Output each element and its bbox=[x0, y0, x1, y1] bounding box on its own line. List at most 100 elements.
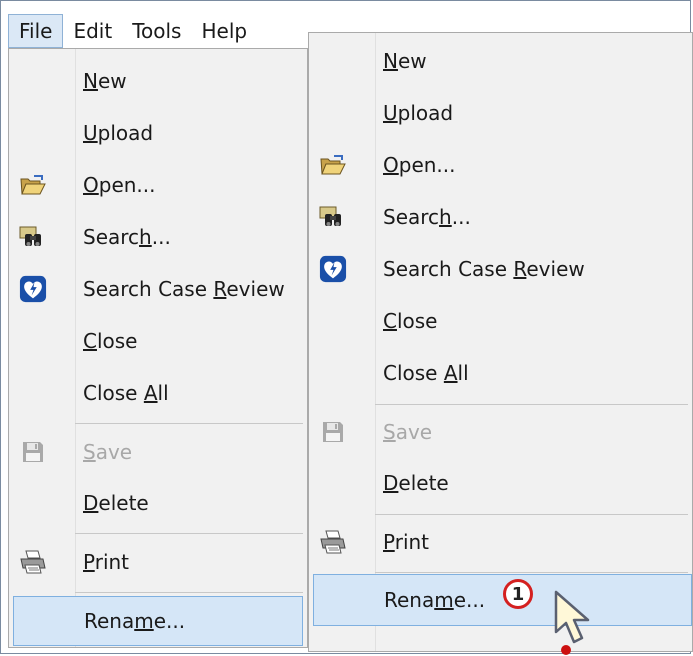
access-key: R bbox=[513, 257, 527, 281]
menu-item-label: Search... bbox=[383, 205, 471, 229]
printer-icon bbox=[319, 528, 347, 556]
menu-item-label: Close All bbox=[83, 381, 169, 405]
label-text: elete bbox=[398, 471, 449, 495]
menu-separator bbox=[75, 533, 303, 534]
access-key: O bbox=[83, 173, 99, 197]
label-text: ... bbox=[451, 205, 471, 229]
menu-item-rename[interactable]: Rename... bbox=[13, 596, 303, 646]
access-key: N bbox=[83, 69, 98, 93]
menu-item-open[interactable]: Open... bbox=[9, 159, 307, 211]
menu-item-close-all-copy[interactable]: Close All bbox=[309, 347, 692, 399]
menu-item-label: Open... bbox=[83, 173, 156, 197]
label-text: ll bbox=[457, 361, 469, 385]
menu-item-label: Rename... bbox=[384, 588, 485, 612]
menu-item-label: Print bbox=[383, 530, 429, 554]
menu-item-label: Delete bbox=[83, 491, 149, 515]
label-text: Close bbox=[383, 361, 444, 385]
label-text: pload bbox=[97, 121, 154, 145]
menu-file[interactable]: File bbox=[8, 14, 64, 48]
access-key: A bbox=[143, 381, 158, 405]
menu-item-open-copy[interactable]: Open... bbox=[309, 139, 692, 191]
menu-edit[interactable]: Edit bbox=[63, 14, 122, 48]
menu-separator bbox=[375, 404, 688, 405]
open-folder-icon bbox=[19, 171, 47, 199]
label-text: Searc bbox=[83, 225, 140, 249]
label-text: pen... bbox=[98, 173, 156, 197]
menu-item-close-copy[interactable]: Close bbox=[309, 295, 692, 347]
label-text: ... bbox=[151, 225, 171, 249]
floppy-disk-icon bbox=[319, 418, 347, 446]
label-text: ave bbox=[395, 420, 433, 444]
menu-help[interactable]: Help bbox=[191, 14, 257, 48]
menu-item-delete-copy[interactable]: Delete bbox=[309, 457, 692, 509]
label-text: pload bbox=[397, 101, 454, 125]
menu-item-label: Search... bbox=[83, 225, 171, 249]
menu-item-close[interactable]: Close bbox=[9, 315, 307, 367]
access-key: P bbox=[83, 550, 95, 574]
menu-item-rename-copy[interactable]: Rename... bbox=[313, 574, 692, 626]
menu-item-search-case-review[interactable]: Search Case Review bbox=[9, 263, 307, 315]
menu-bar: File Edit Tools Help bbox=[8, 14, 308, 48]
menu-item-label: Delete bbox=[383, 471, 449, 495]
menu-item-label: Open... bbox=[383, 153, 456, 177]
menu-item-save-copy: Save bbox=[309, 406, 692, 458]
file-dropdown-menu-copy: New Upload Open... Search... Search Case Rev… bbox=[308, 32, 693, 652]
menu-item-label: Search Case Review bbox=[83, 277, 285, 301]
access-key: A bbox=[443, 361, 458, 385]
menu-separator bbox=[375, 514, 688, 515]
access-key: P bbox=[383, 530, 395, 554]
menu-item-label: Close bbox=[83, 329, 138, 353]
menu-item-search-case-review-copy[interactable]: Search Case Review bbox=[309, 243, 692, 295]
access-key: U bbox=[83, 121, 98, 145]
binoculars-icon bbox=[319, 203, 347, 231]
label-text: lose bbox=[96, 329, 138, 353]
floppy-disk-icon bbox=[19, 438, 47, 466]
label-text: e... bbox=[153, 609, 186, 633]
menu-item-label: Upload bbox=[83, 121, 153, 145]
menu-item-upload[interactable]: Upload bbox=[9, 107, 307, 159]
access-key: S bbox=[383, 420, 396, 444]
printer-icon bbox=[19, 548, 47, 576]
label-text: Search Case bbox=[83, 277, 214, 301]
menu-tools[interactable]: Tools bbox=[122, 14, 191, 48]
access-key: m bbox=[134, 609, 154, 633]
access-key: R bbox=[213, 277, 227, 301]
label-text: ew bbox=[97, 69, 127, 93]
menu-item-close-all[interactable]: Close All bbox=[9, 367, 307, 419]
label-text: ave bbox=[95, 440, 133, 464]
menu-item-print-copy[interactable]: Print bbox=[309, 516, 692, 568]
menu-item-search[interactable]: Search... bbox=[9, 211, 307, 263]
menu-item-label: Print bbox=[83, 550, 129, 574]
label-text: eview bbox=[226, 277, 285, 301]
access-key: h bbox=[139, 225, 152, 249]
menu-item-label: Rename... bbox=[84, 609, 185, 633]
access-key: O bbox=[383, 153, 399, 177]
menu-item-label: Save bbox=[83, 440, 132, 464]
access-key: N bbox=[383, 49, 398, 73]
open-folder-icon bbox=[319, 151, 347, 179]
heart-shield-icon bbox=[19, 275, 47, 303]
label-text: ew bbox=[397, 49, 427, 73]
label-text: eview bbox=[526, 257, 585, 281]
access-key: U bbox=[383, 101, 398, 125]
mouse-cursor-icon bbox=[554, 590, 590, 655]
menu-item-label: Upload bbox=[383, 101, 453, 125]
menu-separator bbox=[75, 423, 303, 424]
binoculars-icon bbox=[19, 223, 47, 251]
menu-item-new-copy[interactable]: New bbox=[309, 35, 692, 87]
access-key: D bbox=[83, 491, 99, 515]
menu-item-label: Search Case Review bbox=[383, 257, 585, 281]
menu-item-label: Close All bbox=[383, 361, 469, 385]
menu-item-upload-copy[interactable]: Upload bbox=[309, 87, 692, 139]
access-key: h bbox=[439, 205, 452, 229]
file-dropdown-menu: New Upload Open... Search... Search Case Rev… bbox=[8, 48, 308, 648]
label-text: lose bbox=[396, 309, 438, 333]
menu-item-label: Close bbox=[383, 309, 438, 333]
menu-item-print[interactable]: Print bbox=[9, 536, 307, 588]
access-key: m bbox=[434, 588, 454, 612]
heart-shield-icon bbox=[319, 255, 347, 283]
label-text: ll bbox=[157, 381, 169, 405]
menu-item-search-copy[interactable]: Search... bbox=[309, 191, 692, 243]
menu-item-new[interactable]: New bbox=[9, 55, 307, 107]
menu-item-delete[interactable]: Delete bbox=[9, 477, 307, 529]
